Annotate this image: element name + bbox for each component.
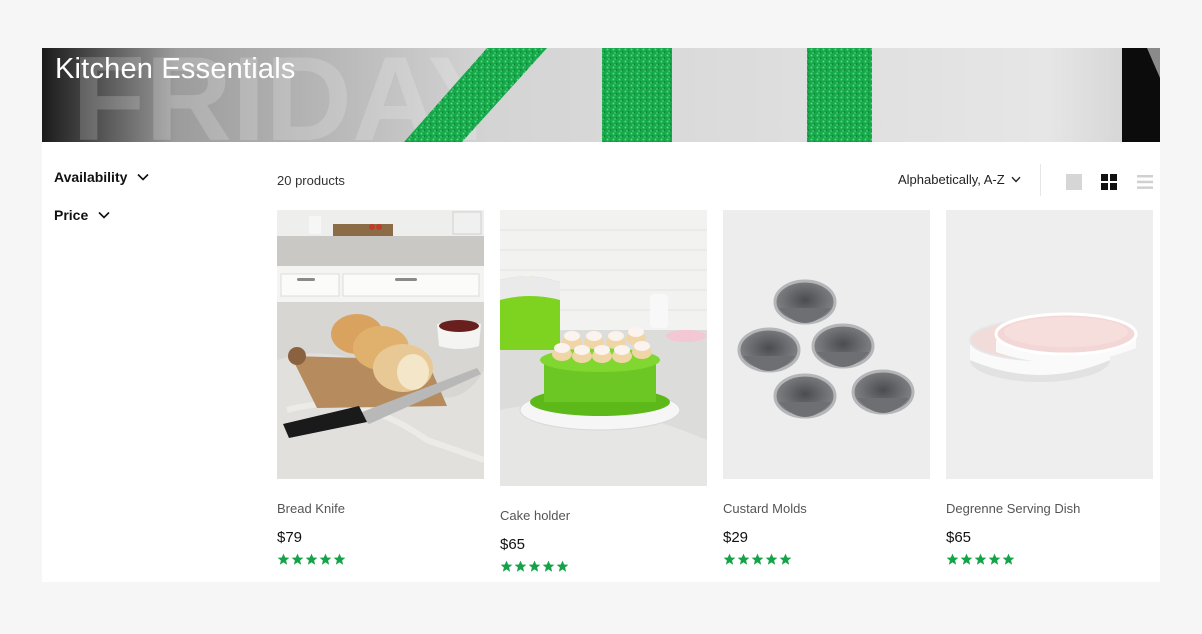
- star-icon: [737, 553, 750, 565]
- product-image[interactable]: [723, 210, 930, 479]
- star-icon: [305, 553, 318, 565]
- product-price: $65: [946, 529, 972, 546]
- star-icon: [291, 553, 304, 565]
- product-price: $79: [277, 529, 303, 546]
- product-card-custard-molds[interactable]: Custard Molds $29: [723, 210, 930, 566]
- filter-price[interactable]: Price: [54, 207, 110, 223]
- list-view-icon[interactable]: [1136, 173, 1154, 191]
- star-icon: [751, 553, 764, 565]
- sort-select[interactable]: Alphabetically, A-Z: [898, 172, 1021, 187]
- product-image[interactable]: [277, 210, 484, 479]
- star-icon: [988, 553, 1001, 565]
- sort-value: Alphabetically, A-Z: [898, 172, 1005, 187]
- product-image[interactable]: [500, 210, 707, 486]
- rating-stars: [946, 553, 1153, 566]
- bread-knife-image: [277, 210, 484, 479]
- star-icon: [333, 553, 346, 565]
- star-icon: [960, 553, 973, 565]
- collection-banner: FRIDAY Kitchen Essentials: [42, 48, 1160, 142]
- product-title[interactable]: Cake holder: [500, 508, 707, 523]
- chevron-down-icon: [1011, 176, 1021, 183]
- star-icon: [1002, 553, 1015, 565]
- star-icon: [542, 560, 555, 572]
- rating-stars: [500, 560, 707, 573]
- product-card-bread-knife[interactable]: Bread Knife $79: [277, 210, 484, 566]
- star-icon: [514, 560, 527, 572]
- star-icon: [556, 560, 569, 572]
- product-title[interactable]: Custard Molds: [723, 501, 930, 516]
- product-price: $29: [723, 529, 749, 546]
- product-price: $65: [500, 536, 526, 553]
- star-icon: [765, 553, 778, 565]
- collection-page: FRIDAY Kitchen Essentials Availability P…: [42, 48, 1160, 582]
- star-icon: [946, 553, 959, 565]
- product-title[interactable]: Degrenne Serving Dish: [946, 501, 1153, 516]
- product-card-cake-holder[interactable]: Cake holder $65: [500, 210, 707, 573]
- star-icon: [319, 553, 332, 565]
- page-title: Kitchen Essentials: [55, 53, 296, 85]
- chevron-down-icon: [98, 211, 110, 219]
- star-icon: [500, 560, 513, 572]
- product-card-degrenne-serving-dish[interactable]: Degrenne Serving Dish $65: [946, 210, 1153, 566]
- serving-dish-image: [946, 210, 1153, 479]
- star-icon: [277, 553, 290, 565]
- custard-molds-image: [723, 210, 930, 479]
- filter-label: Availability: [54, 169, 128, 185]
- chevron-down-icon: [137, 173, 149, 181]
- product-title[interactable]: Bread Knife: [277, 501, 484, 516]
- filter-label: Price: [54, 207, 89, 223]
- star-icon: [528, 560, 541, 572]
- rating-stars: [277, 553, 484, 566]
- grid-view-icon[interactable]: [1100, 173, 1118, 191]
- star-icon: [779, 553, 792, 565]
- square-view-icon[interactable]: [1065, 173, 1083, 191]
- product-image[interactable]: [946, 210, 1153, 479]
- filter-availability[interactable]: Availability: [54, 169, 149, 185]
- rating-stars: [723, 553, 930, 566]
- cake-holder-image: [500, 210, 707, 486]
- star-icon: [974, 553, 987, 565]
- product-count: 20 products: [277, 173, 345, 188]
- star-icon: [723, 553, 736, 565]
- toolbar-divider: [1040, 164, 1041, 196]
